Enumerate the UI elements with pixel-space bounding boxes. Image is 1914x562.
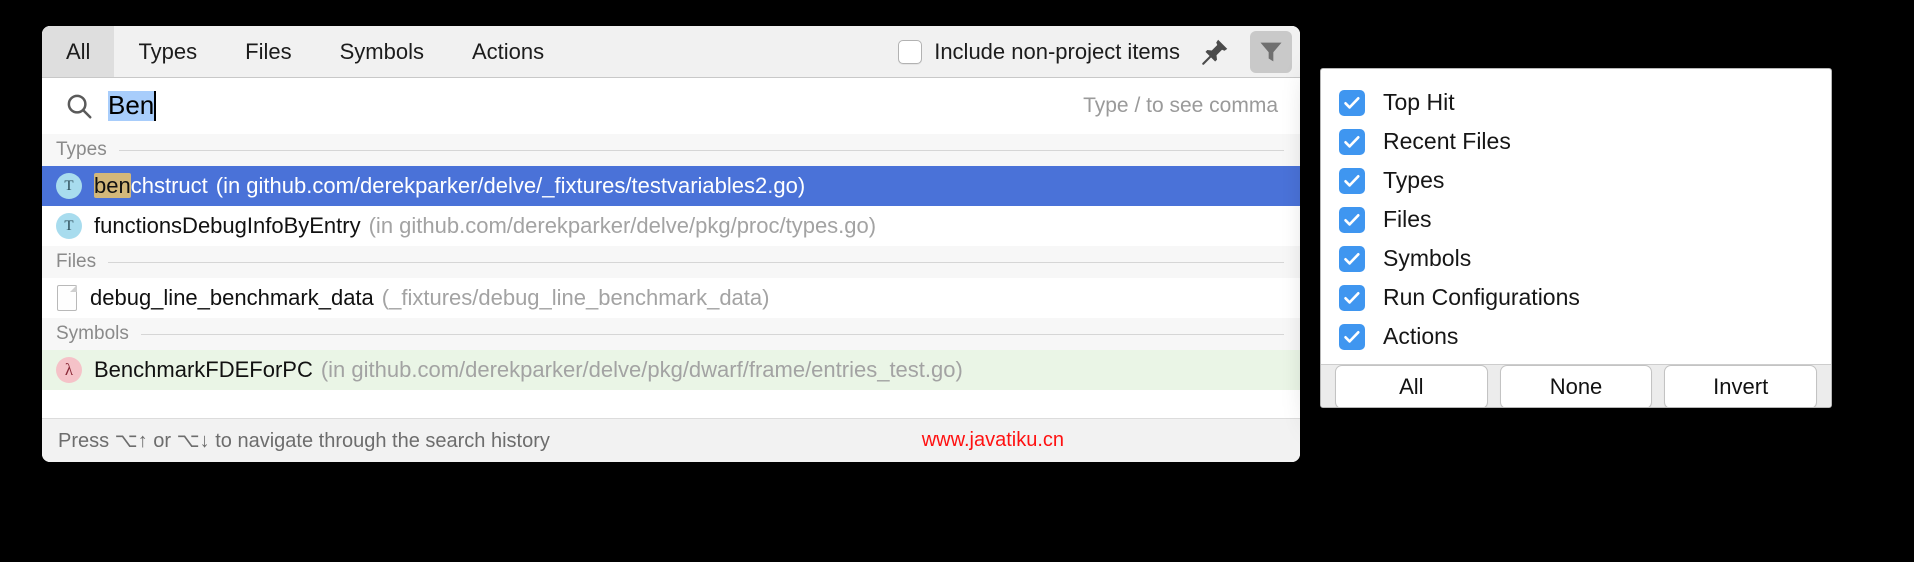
search-history-hint: Press ⌥↑ or ⌥↓ to navigate through the s… xyxy=(58,430,550,452)
result-row[interactable]: T functionsDebugInfoByEntry (in github.c… xyxy=(42,206,1300,246)
result-name-rest: chstruct xyxy=(130,173,208,198)
tab-label: Actions xyxy=(471,38,545,64)
search-commands-hint: Type / to see comma xyxy=(1083,94,1278,117)
screen: All Types Files Symbols Actions Include … xyxy=(0,0,1914,562)
pin-icon xyxy=(1202,39,1228,65)
select-all-button[interactable]: All xyxy=(1335,365,1488,407)
result-name: BenchmarkFDEForPC xyxy=(94,357,313,382)
filter-funnel-icon xyxy=(1260,42,1282,61)
type-badge-icon: T xyxy=(56,213,82,239)
tab-files[interactable]: Files xyxy=(221,26,315,77)
result-name-match: ben xyxy=(94,173,131,198)
filter-option-label: Symbols xyxy=(1383,245,1472,271)
filter-option-symbols[interactable]: Symbols xyxy=(1321,239,1831,278)
file-badge-icon xyxy=(56,284,78,312)
group-label: Types xyxy=(56,139,107,160)
checkbox-checked-icon xyxy=(1339,167,1365,194)
filter-option-recent-files[interactable]: Recent Files xyxy=(1321,122,1831,161)
result-path: (in github.com/derekparker/delve/_fixtur… xyxy=(215,173,806,198)
search-input-value: Ben xyxy=(108,90,155,121)
tab-label: Symbols xyxy=(339,38,424,64)
group-divider xyxy=(108,261,1284,263)
include-non-project-items-checkbox[interactable]: Include non-project items xyxy=(898,39,1180,65)
invert-selection-button[interactable]: Invert xyxy=(1664,365,1818,407)
include-non-project-items-label: Include non-project items xyxy=(934,38,1180,64)
tab-strip: All Types Files Symbols Actions Include … xyxy=(42,26,1300,78)
filter-option-label: Recent Files xyxy=(1383,128,1511,154)
select-none-button[interactable]: None xyxy=(1499,365,1653,407)
pin-button[interactable] xyxy=(1194,31,1236,73)
result-group-header-files: Files xyxy=(42,246,1300,278)
status-bar: Press ⌥↑ or ⌥↓ to navigate through the s… xyxy=(42,418,1300,462)
group-divider xyxy=(140,333,1284,335)
result-name: benchstruct xyxy=(94,173,208,199)
tab-strip-right-controls: Include non-project items xyxy=(898,26,1300,77)
type-badge-icon: T xyxy=(56,173,82,199)
tab-symbols[interactable]: Symbols xyxy=(316,26,448,77)
results-list: Types T benchstruct (in github.com/derek… xyxy=(42,134,1300,390)
filter-dropdown-panel: Top Hit Recent Files Types Files Symbols… xyxy=(1320,68,1832,408)
filter-option-label: Types xyxy=(1383,167,1445,193)
tab-types[interactable]: Types xyxy=(114,26,221,77)
filter-option-actions[interactable]: Actions xyxy=(1321,317,1831,356)
tab-label: Files xyxy=(245,38,292,64)
filter-option-label: Run Configurations xyxy=(1383,284,1580,310)
group-divider xyxy=(118,149,1284,151)
filter-button[interactable] xyxy=(1250,30,1292,73)
result-group-header-types: Types xyxy=(42,134,1300,166)
filter-option-run-configurations[interactable]: Run Configurations xyxy=(1321,278,1831,317)
filter-option-top-hit[interactable]: Top Hit xyxy=(1321,83,1831,122)
filter-option-label: Top Hit xyxy=(1383,89,1455,115)
watermark: www.javatiku.cn xyxy=(921,429,1064,451)
filter-option-types[interactable]: Types xyxy=(1321,161,1831,200)
result-path: (in github.com/derekparker/delve/pkg/pro… xyxy=(368,213,877,238)
lambda-badge-icon: λ xyxy=(56,357,82,383)
text-caret xyxy=(154,91,157,121)
result-name: functionsDebugInfoByEntry xyxy=(94,213,361,238)
file-glyph-icon xyxy=(57,285,77,311)
checkbox-checked-icon xyxy=(1339,206,1365,233)
result-path: (in github.com/derekparker/delve/pkg/dwa… xyxy=(320,357,963,382)
search-everywhere-window: All Types Files Symbols Actions Include … xyxy=(42,26,1300,462)
checkbox-checked-icon xyxy=(1339,128,1365,155)
filter-option-label: Files xyxy=(1383,206,1432,232)
result-row[interactable]: λ BenchmarkFDEForPC (in github.com/derek… xyxy=(42,350,1300,390)
search-input[interactable]: Ben xyxy=(108,91,1083,121)
group-label: Symbols xyxy=(56,323,129,344)
result-group-header-symbols: Symbols xyxy=(42,318,1300,350)
filter-option-files[interactable]: Files xyxy=(1321,200,1831,239)
checkbox-checked-icon xyxy=(1339,89,1365,116)
result-path: (_fixtures/debug_line_benchmark_data) xyxy=(381,285,770,310)
tab-actions[interactable]: Actions xyxy=(448,26,568,77)
checkbox-checked-icon xyxy=(1339,323,1365,350)
filter-dropdown-footer: All None Invert xyxy=(1321,364,1831,407)
search-icon xyxy=(67,94,92,119)
result-row[interactable]: debug_line_benchmark_data (_fixtures/deb… xyxy=(42,278,1300,318)
tab-label: All xyxy=(66,38,91,64)
tab-all[interactable]: All xyxy=(42,26,115,77)
search-row[interactable]: Ben Type / to see comma xyxy=(42,78,1300,134)
tab-label: Types xyxy=(138,38,198,64)
checkbox-checked-icon xyxy=(1339,284,1365,311)
result-name: debug_line_benchmark_data xyxy=(90,285,374,310)
filter-option-list: Top Hit Recent Files Types Files Symbols… xyxy=(1321,69,1831,364)
filter-option-label: Actions xyxy=(1383,323,1459,349)
checkbox-checked-icon xyxy=(1339,245,1365,272)
checkbox-box-icon xyxy=(898,39,923,64)
result-row[interactable]: T benchstruct (in github.com/derekparker… xyxy=(42,166,1300,206)
group-label: Files xyxy=(56,251,97,272)
